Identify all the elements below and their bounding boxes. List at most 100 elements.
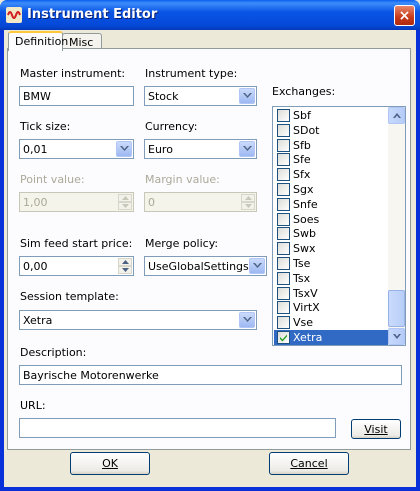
master-instrument-label: Master instrument: (20, 67, 126, 80)
margin-value-label: Margin value: (145, 173, 220, 186)
sim-feed-start-price-spinner[interactable]: 0,00 (19, 256, 134, 276)
session-template-label: Session template: (20, 290, 119, 303)
exchange-name: Swb (293, 227, 316, 241)
scrollbar-thumb[interactable] (388, 290, 405, 327)
visit-button[interactable]: Visit (351, 419, 401, 439)
currency-select[interactable]: Euro (144, 139, 257, 159)
exchange-item[interactable]: Sfb (274, 138, 388, 153)
merge-policy-select[interactable]: UseGlobalSettings (144, 256, 267, 276)
exchange-checkbox[interactable] (277, 168, 290, 182)
currency-value: Euro (148, 143, 173, 156)
exchange-name: Tsx (293, 271, 311, 285)
exchanges-list[interactable]: Sbf SDot Sfb Sfe Sfx Sgx Snfe Soes Swb Swx Tse Tsx T… (272, 106, 406, 346)
exchange-name: Sbf (293, 109, 311, 122)
exchange-item[interactable]: Sbf (274, 108, 388, 123)
exchange-item[interactable]: SDot (274, 123, 388, 138)
exchange-checkbox[interactable] (277, 301, 290, 315)
exchange-item[interactable]: Soes (274, 212, 388, 227)
tab-definition-label: Definition (15, 35, 69, 48)
dialog-body: Definition Misc Master instrument: BMW I… (4, 30, 416, 487)
master-instrument-input[interactable]: BMW (19, 86, 134, 106)
instrument-type-value: Stock (148, 90, 179, 103)
exchange-checkbox[interactable] (277, 242, 290, 256)
exchange-item[interactable]: Xetra (274, 330, 388, 345)
exchange-checkbox[interactable] (277, 153, 290, 167)
exchange-item[interactable]: Sgx (274, 182, 388, 197)
tick-size-select[interactable]: 0,01 (19, 139, 134, 159)
exchange-checkbox[interactable] (277, 212, 290, 226)
instrument-editor-window: Instrument Editor × Definition Misc Mast… (0, 0, 420, 491)
merge-policy-value: UseGlobalSettings (148, 260, 249, 273)
spin-down-icon[interactable] (118, 266, 132, 274)
exchange-checkbox[interactable] (277, 331, 290, 344)
exchange-item[interactable]: Vse (274, 315, 388, 330)
exchange-checkbox[interactable] (277, 271, 290, 285)
point-value-spinner: 1,00 (19, 192, 134, 212)
sim-feed-start-price-label: Sim feed start price: (20, 237, 133, 250)
exchange-name: SDot (293, 123, 320, 137)
instrument-type-select[interactable]: Stock (144, 86, 257, 106)
spin-up-icon (118, 194, 132, 202)
chevron-down-icon[interactable] (239, 312, 255, 328)
visit-button-label: Visit (364, 422, 388, 436)
exchange-item[interactable]: Sfx (274, 167, 388, 182)
exchange-name: Tse (293, 257, 311, 270)
exchange-name: Xetra (293, 331, 323, 344)
instrument-type-label: Instrument type: (145, 67, 238, 80)
margin-value-value: 0 (148, 196, 155, 209)
spin-down-icon (118, 202, 132, 210)
exchanges-label: Exchanges: (272, 85, 336, 98)
exchange-item[interactable]: Sfe (274, 152, 388, 167)
scroll-down-button[interactable] (388, 328, 405, 345)
spin-up-icon (241, 194, 255, 202)
spinner-arrows[interactable] (118, 258, 132, 274)
chevron-down-icon[interactable] (116, 141, 132, 157)
spin-up-icon[interactable] (118, 258, 132, 266)
exchange-item[interactable]: Swb (274, 226, 388, 241)
exchange-name: Sgx (293, 183, 314, 196)
url-label: URL: (20, 399, 46, 412)
tick-size-label: Tick size: (20, 120, 71, 133)
exchange-checkbox[interactable] (277, 197, 290, 211)
exchange-item[interactable]: Snfe (274, 197, 388, 212)
definition-panel: Master instrument: BMW Instrument type: … (7, 48, 411, 450)
tick-size-value: 0,01 (23, 143, 48, 156)
scroll-up-button[interactable] (388, 107, 405, 124)
exchange-checkbox[interactable] (277, 183, 290, 196)
cancel-button[interactable]: Cancel (269, 452, 349, 475)
tab-definition[interactable]: Definition (8, 31, 68, 51)
spinner-arrows (118, 194, 132, 210)
exchange-name: Snfe (293, 197, 318, 211)
description-label: Description: (20, 346, 87, 359)
close-button[interactable]: × (394, 5, 415, 26)
exchange-name: Swx (293, 242, 316, 256)
exchange-name: TsxV (293, 286, 318, 300)
exchange-checkbox[interactable] (277, 286, 290, 300)
ok-button-label: OK (102, 457, 118, 470)
session-template-select[interactable]: Xetra (19, 310, 257, 330)
sim-feed-start-price-value: 0,00 (23, 260, 48, 273)
description-input[interactable]: Bayrische Motorenwerke (19, 365, 402, 385)
margin-value-spinner: 0 (144, 192, 257, 212)
exchange-item[interactable]: Tse (274, 256, 388, 271)
exchanges-scrollbar[interactable] (388, 107, 405, 345)
chevron-down-icon[interactable] (249, 258, 265, 274)
window-title: Instrument Editor (27, 7, 158, 22)
chevron-down-icon[interactable] (239, 141, 255, 157)
url-input[interactable] (19, 418, 336, 438)
exchange-item[interactable]: TsxV (274, 286, 388, 301)
ok-button[interactable]: OK (70, 452, 150, 475)
chevron-down-icon[interactable] (239, 88, 255, 104)
exchange-checkbox[interactable] (277, 227, 290, 241)
exchange-checkbox[interactable] (277, 123, 290, 137)
app-icon (6, 7, 22, 23)
exchange-item[interactable]: Tsx (274, 271, 388, 286)
exchange-name: Vse (293, 316, 314, 330)
exchange-checkbox[interactable] (277, 109, 290, 122)
exchange-checkbox[interactable] (277, 138, 290, 152)
exchange-checkbox[interactable] (277, 257, 290, 270)
exchange-item[interactable]: Swx (274, 241, 388, 256)
exchange-item[interactable]: VirtX (274, 300, 388, 315)
title-bar[interactable]: Instrument Editor × (0, 0, 420, 30)
exchange-checkbox[interactable] (277, 316, 290, 330)
